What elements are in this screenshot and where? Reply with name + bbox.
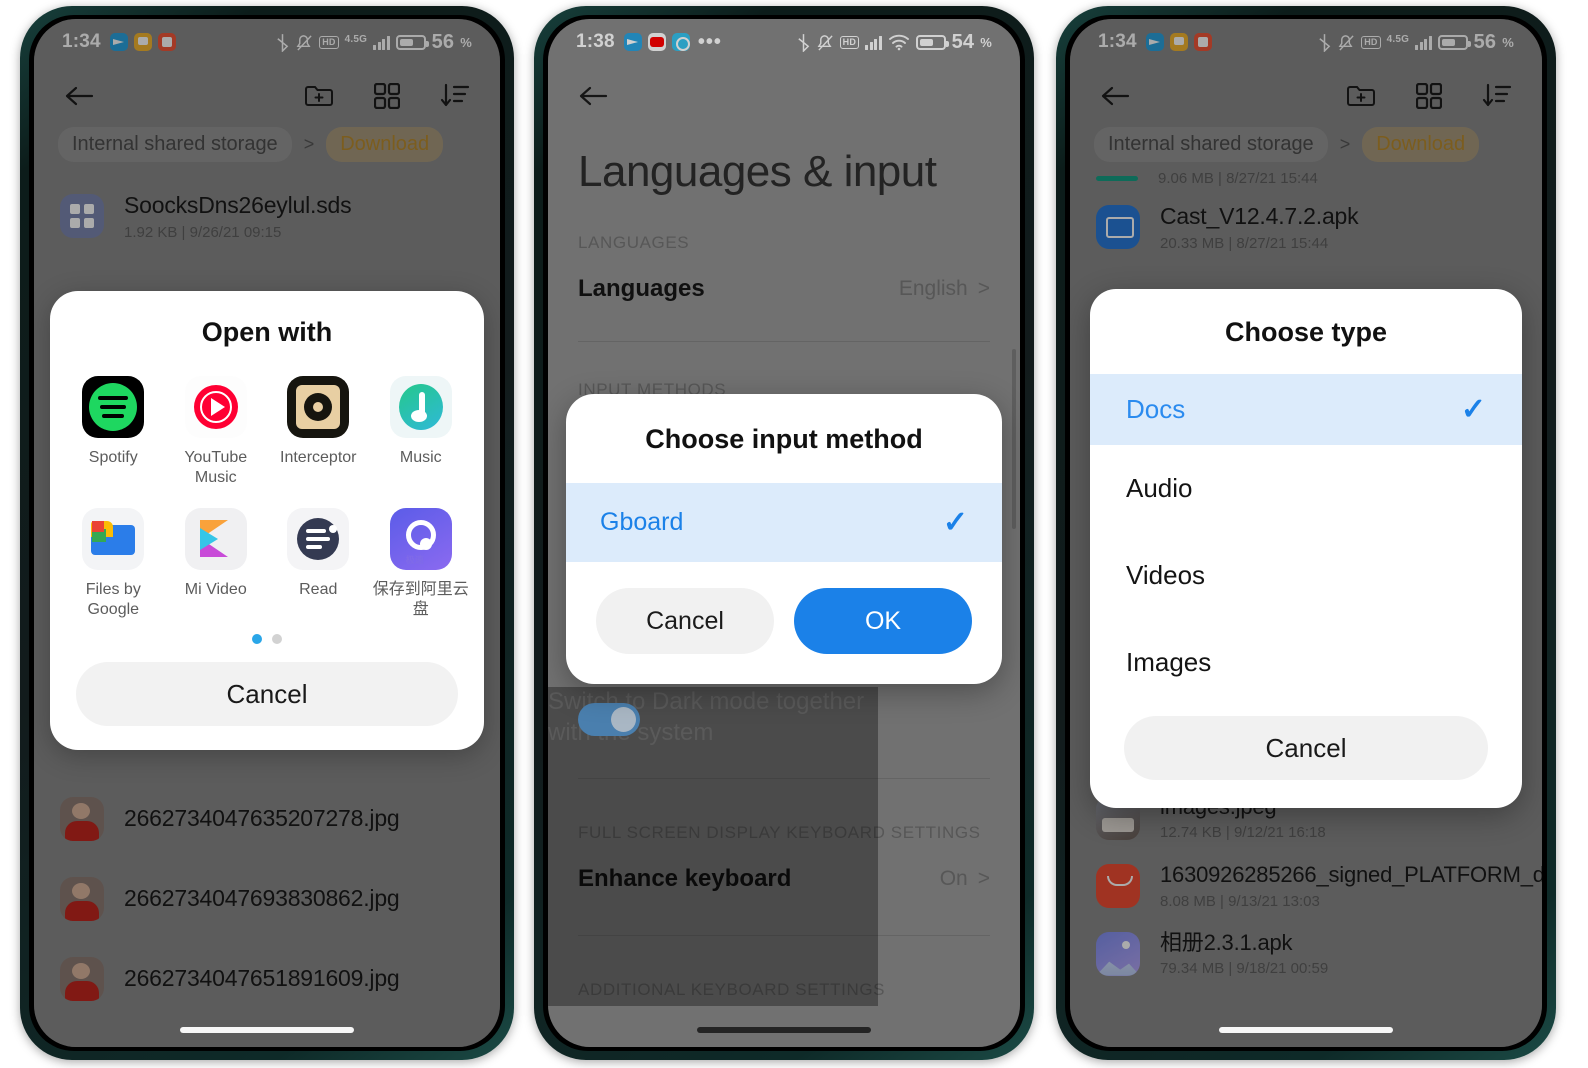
screenshot-stage: 1:34 HD 4.5G 56% Internal shared storage… (0, 0, 1588, 1068)
interceptor-icon (287, 376, 350, 438)
app-choice-youtube-music[interactable]: YouTube Music (165, 366, 268, 492)
option-label: Images (1126, 647, 1212, 677)
home-indicator (697, 1027, 871, 1033)
app-choice-interceptor[interactable]: Interceptor (267, 366, 370, 492)
app-choice-mi-video[interactable]: Mi Video (165, 498, 268, 624)
page-indicator (50, 624, 484, 648)
type-option-videos[interactable]: Videos (1090, 532, 1522, 619)
home-indicator (180, 1027, 354, 1033)
mi-video-icon (184, 508, 247, 570)
phone-bezel-2: 1:38 ••• HD 54 % Languages & input LANGU… (543, 15, 1025, 1051)
option-label: Audio (1126, 473, 1193, 503)
cancel-button[interactable]: Cancel (596, 588, 774, 654)
phone-device-2: 1:38 ••• HD 54 % Languages & input LANGU… (534, 6, 1034, 1060)
type-option-audio[interactable]: Audio (1090, 445, 1522, 532)
app-label: Read (299, 581, 338, 598)
check-icon: ✓ (1460, 393, 1486, 426)
app-choice-files-by-google[interactable]: Files by Google (62, 498, 165, 624)
cancel-button[interactable]: Cancel (76, 662, 458, 726)
dialog-title: Open with (201, 317, 333, 347)
app-label: 保存到阿里云盘 (372, 581, 469, 618)
app-label: Interceptor (280, 449, 357, 466)
dialog-title: Choose input method (645, 424, 923, 454)
files-by-google-icon (82, 508, 145, 570)
option-label: Docs (1126, 394, 1186, 424)
phone-screen-1: 1:34 HD 4.5G 56% Internal shared storage… (34, 19, 500, 1047)
phone-device-3: 1:34 HD 4.5G 56% Internal shared storage… (1056, 6, 1556, 1060)
type-option-images[interactable]: Images (1090, 619, 1522, 698)
home-indicator (1219, 1027, 1393, 1033)
input-method-option-gboard[interactable]: Gboard ✓ (566, 483, 1002, 562)
spotify-icon (82, 376, 145, 438)
app-choice-read[interactable]: Read (267, 498, 370, 624)
app-choice-music[interactable]: Music (370, 366, 473, 492)
app-grid: Spotify YouTube Music Interceptor Music … (50, 354, 484, 624)
app-choice-aliyun-drive[interactable]: 极速 保存到阿里云盘 (370, 498, 473, 624)
phone-bezel-1: 1:34 HD 4.5G 56% Internal shared storage… (29, 15, 505, 1051)
cancel-button[interactable]: Cancel (1124, 716, 1488, 780)
app-label: Mi Video (184, 581, 247, 598)
choose-type-dialog: Choose type Docs ✓ Audio Videos Images C… (1090, 289, 1522, 808)
app-label: Files by Google (85, 581, 141, 618)
check-icon: ✓ (942, 506, 968, 539)
read-icon (287, 508, 350, 570)
phone-screen-2: 1:38 ••• HD 54 % Languages & input LANGU… (548, 19, 1020, 1047)
aliyun-drive-icon: 极速 (389, 508, 452, 570)
phone-bezel-3: 1:34 HD 4.5G 56% Internal shared storage… (1065, 15, 1547, 1051)
option-label: Videos (1126, 560, 1206, 590)
option-label: Gboard (600, 508, 684, 536)
app-label: Spotify (88, 449, 138, 466)
ok-button[interactable]: OK (794, 588, 972, 654)
app-label: Music (399, 449, 442, 466)
choose-input-method-dialog: Choose input method Gboard ✓ Cancel OK (566, 394, 1002, 684)
phone-device-1: 1:34 HD 4.5G 56% Internal shared storage… (20, 6, 514, 1060)
youtube-music-icon (184, 376, 247, 438)
open-with-dialog: Open with Spotify YouTube Music Intercep… (50, 291, 484, 750)
dialog-title: Choose type (1224, 317, 1388, 347)
page-dot-2[interactable] (272, 634, 282, 644)
type-option-docs[interactable]: Docs ✓ (1090, 374, 1522, 445)
app-choice-spotify[interactable]: Spotify (62, 366, 165, 492)
page-dot-1[interactable] (252, 634, 262, 644)
phone-screen-3: 1:34 HD 4.5G 56% Internal shared storage… (1070, 19, 1542, 1047)
app-label: YouTube Music (184, 449, 248, 486)
dialog-buttons: Cancel OK (566, 562, 1002, 684)
mi-music-icon (389, 376, 452, 438)
